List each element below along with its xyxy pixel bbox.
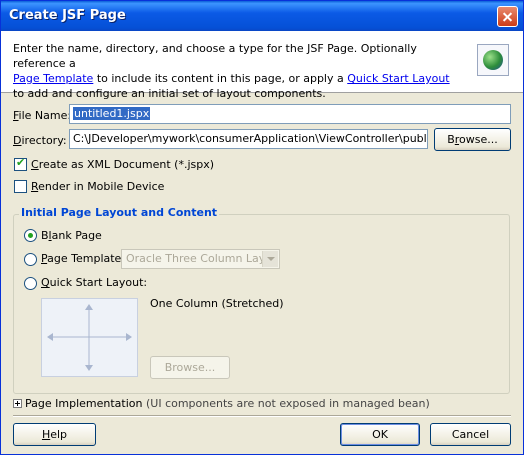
layout-preview xyxy=(41,298,138,377)
dialog-header: Enter the name, directory, and choose a … xyxy=(1,31,523,100)
directory-browse-button[interactable]: Browse... xyxy=(434,128,511,151)
quick-start-layout-link[interactable]: Quick Start Layout xyxy=(347,72,449,85)
header-intro-part1: Enter the name, directory, and choose a … xyxy=(13,42,417,70)
stretch-arrows-icon xyxy=(47,304,132,371)
file-name-value: untitled1.jspx xyxy=(73,107,151,120)
ok-button[interactable]: OK xyxy=(340,423,420,446)
page-template-link[interactable]: Page Template xyxy=(13,72,93,85)
expand-icon[interactable] xyxy=(13,399,22,408)
close-button[interactable] xyxy=(497,6,518,27)
render-mobile-checkbox[interactable] xyxy=(14,180,27,193)
page-implementation-label[interactable]: Page Implementation (UI components are n… xyxy=(25,397,430,410)
header-intro-part2: to include its content in this page, or … xyxy=(93,72,348,85)
header-description: Enter the name, directory, and choose a … xyxy=(13,41,455,101)
create-xml-label[interactable]: Create as XML Document (*.jspx) xyxy=(31,158,214,171)
chevron-down-icon xyxy=(262,251,278,267)
dialog-title: Create JSF Page xyxy=(9,8,126,23)
title-bar[interactable]: Create JSF Page xyxy=(1,1,523,31)
cancel-button[interactable]: Cancel xyxy=(430,423,511,446)
page-template-radio[interactable] xyxy=(24,253,37,266)
quick-start-label[interactable]: Quick Start Layout: xyxy=(41,276,147,289)
initial-layout-group-title: Initial Page Layout and Content xyxy=(19,206,220,219)
page-template-select-value: Oracle Three Column Layout xyxy=(126,252,280,265)
directory-value: C:\JDeveloper\mywork\consumerApplication… xyxy=(73,132,428,145)
quick-start-radio[interactable] xyxy=(24,277,37,290)
blank-page-label[interactable]: Blank Page xyxy=(41,229,102,242)
quick-start-selected-name: One Column (Stretched) xyxy=(150,297,284,310)
create-xml-checkbox[interactable] xyxy=(14,156,27,171)
blank-page-radio[interactable] xyxy=(24,229,37,242)
page-template-select[interactable]: Oracle Three Column Layout xyxy=(121,249,280,269)
file-name-field[interactable]: untitled1.jspx xyxy=(69,104,511,124)
quick-start-browse-button[interactable]: Browse... xyxy=(150,356,230,379)
footer-divider xyxy=(13,415,511,417)
render-mobile-label[interactable]: Render in Mobile Device xyxy=(31,180,164,193)
create-jsf-page-dialog: Create JSF Page Enter the name, director… xyxy=(0,0,524,455)
file-name-label: File Name: xyxy=(13,109,72,122)
directory-label: Directory: xyxy=(13,134,67,147)
directory-field[interactable]: C:\JDeveloper\mywork\consumerApplication… xyxy=(69,129,428,149)
page-template-label[interactable]: Page Template: xyxy=(41,252,125,265)
globe-icon xyxy=(477,44,509,76)
header-intro-part3: to add and configure an initial set of l… xyxy=(13,87,326,100)
help-button[interactable]: Help xyxy=(13,423,96,446)
